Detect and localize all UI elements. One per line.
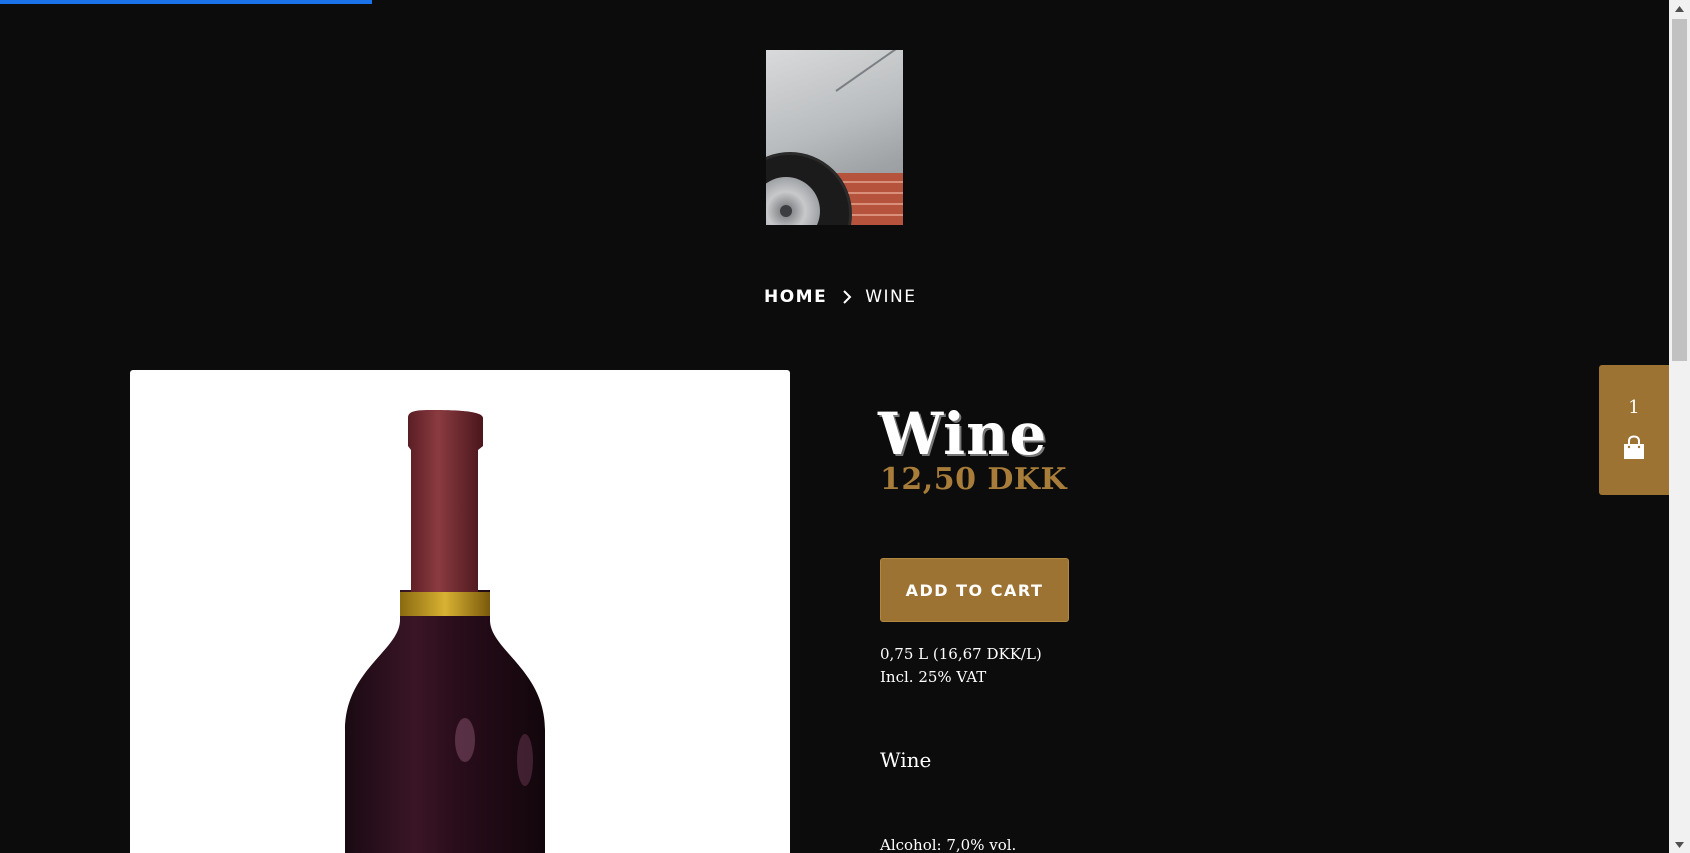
scroll-down-arrow-icon[interactable] <box>1669 836 1690 853</box>
product-price: 12,50 DKK <box>880 462 1068 497</box>
vertical-scrollbar[interactable] <box>1669 0 1690 853</box>
cart-button[interactable]: 1 <box>1599 365 1669 495</box>
alcohol-content: Alcohol: 7,0% vol. <box>880 836 1017 853</box>
logo-car-body-line <box>835 50 903 92</box>
store-logo[interactable] <box>766 50 903 225</box>
unit-price: 0,75 L (16,67 DKK/L) <box>880 645 1042 663</box>
page-load-progress-bar <box>0 0 372 4</box>
product-image[interactable] <box>130 370 790 853</box>
scrollbar-thumb[interactable] <box>1672 19 1687 361</box>
add-to-cart-button[interactable]: ADD TO CART <box>880 558 1069 622</box>
chevron-right-icon <box>842 289 852 305</box>
shopping-bag-icon <box>1622 435 1646 465</box>
scroll-up-arrow-icon[interactable] <box>1669 0 1690 17</box>
vat-note: Incl. 25% VAT <box>880 668 987 686</box>
product-page: HOME WINE Wine 12,50 DKK ADD TO CART 0,7… <box>0 0 1690 853</box>
cart-count-badge: 1 <box>1628 397 1640 418</box>
description-heading: Wine <box>880 748 932 772</box>
breadcrumb-current: WINE <box>865 287 917 307</box>
unit-price-info: 0,75 L (16,67 DKK/L) Incl. 25% VAT <box>880 643 1042 689</box>
product-title: Wine <box>878 399 1048 468</box>
breadcrumb-home-link[interactable]: HOME <box>764 287 827 307</box>
breadcrumb: HOME WINE <box>764 287 917 307</box>
logo-rim-hub <box>780 205 792 217</box>
wine-bottle-photo <box>345 410 545 853</box>
